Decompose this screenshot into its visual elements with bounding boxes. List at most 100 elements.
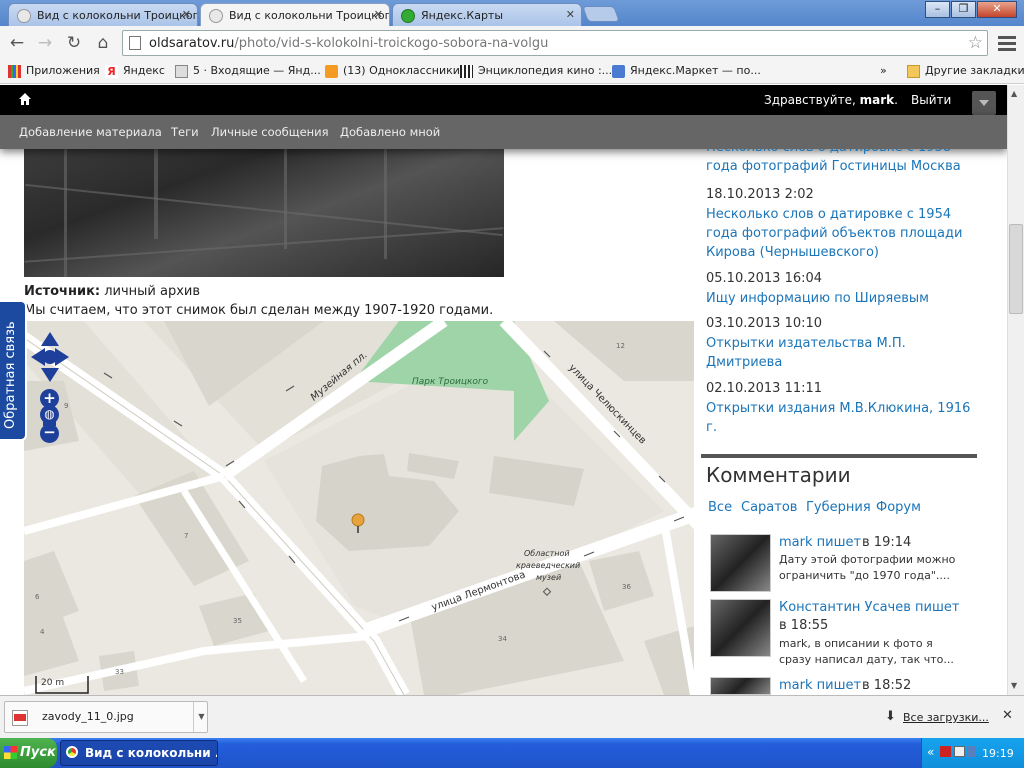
start-button[interactable]: Пуск [0,738,57,768]
download-menu-arrow-icon[interactable]: ▼ [193,702,209,732]
home-icon[interactable] [18,92,32,106]
news-date: 03.10.2013 10:10 [706,316,823,331]
taskbar-chrome-window[interactable]: Вид с колокольни ... [60,740,218,766]
bookmarks-overflow-button[interactable]: » [880,64,887,77]
windows-flag-icon [4,746,17,759]
bookmark-odnoklassniki[interactable]: (13) Одноклассники [325,64,460,78]
map-pin [351,513,365,527]
other-bookmarks[interactable]: Другие закладки [907,64,1024,78]
globe-icon[interactable]: ◍ [40,405,59,424]
close-tab-icon[interactable]: ✕ [374,8,383,21]
logout-link[interactable]: Выйти [911,93,951,107]
bookmark-mail[interactable]: 5 · Входящие — Янд... [175,64,321,78]
nav-private-messages[interactable]: Личные сообщения [211,125,329,139]
house-number: 36 [622,583,631,591]
apps-grid-icon [8,65,21,78]
tab-title: Яндекс.Карты [421,9,504,22]
restore-button[interactable]: ❐ [951,1,976,18]
user-menu-dropdown-button[interactable] [972,91,996,115]
news-date: 05.10.2013 16:04 [706,271,823,286]
page-favicon-icon [209,9,223,23]
bookmark-market[interactable]: Яндекс.Маркет — по... [612,64,761,78]
download-item[interactable]: zavody_11_0.jpg ▼ [4,701,208,733]
map-canvas [24,321,694,695]
odnoklassniki-icon [325,65,338,78]
scroll-up-arrow-icon[interactable]: ▲ [1011,89,1017,98]
bookmark-star-icon[interactable]: ☆ [968,33,983,53]
volume-icon[interactable] [967,746,976,757]
comment-time: в 18:55 [779,618,829,633]
bookmark-yandex[interactable]: Я Яндекс [105,64,165,78]
comment-thumbnail[interactable] [710,677,771,695]
comment-author[interactable]: Константин Усачев пишет [779,600,959,615]
jpg-file-icon [12,710,28,726]
news-link[interactable]: Ищу информацию по Ширяевым [706,289,971,308]
tab-3[interactable]: Яндекс.Карты ✕ [392,3,582,26]
tab-title: Вид с колокольни Троицког [37,9,198,22]
download-filename: zavody_11_0.jpg [42,710,134,723]
url-text: oldsaratov.ru/photo/vid-s-kolokolni-troi… [149,36,549,51]
page-icon [129,36,141,50]
comment-thumbnail[interactable] [710,599,771,657]
comments-tab-forum[interactable]: Форум [876,500,921,515]
address-bar[interactable]: oldsaratov.ru/photo/vid-s-kolokolni-troi… [122,30,988,56]
news-date: 18.10.2013 2:02 [706,187,814,202]
reload-icon[interactable]: ↻ [62,31,86,55]
close-tab-icon[interactable]: ✕ [566,8,575,21]
comment-author[interactable]: mark пишет [779,535,861,550]
news-link[interactable]: Несколько слов о датировке с 1954 года фо… [706,205,971,262]
tab-title: Вид с колокольни Троицког [229,9,390,22]
all-downloads-link[interactable]: Все загрузки... [903,711,989,724]
close-shelf-icon[interactable]: ✕ [1002,708,1013,723]
zoom-out-button[interactable]: − [40,424,59,443]
nav-add-material[interactable]: Добавление материала [19,125,162,139]
bookmark-film[interactable]: Энциклопедия кино :... [460,64,612,78]
comments-tab-all[interactable]: Все [708,500,732,515]
comment-thumbnail[interactable] [710,534,771,592]
bookmarks-bar: Приложения Я Яндекс 5 · Входящие — Янд..… [0,60,1024,84]
page-scrollbar[interactable]: ▲ ▼ [1007,85,1024,695]
map-pan-control[interactable] [31,332,69,382]
network-icon[interactable] [954,746,965,757]
film-icon [460,65,473,78]
house-number: 35 [233,617,242,625]
map-view[interactable]: Парк Троицкого Музейная пл. улица Челюск… [24,321,694,695]
date-estimate: Мы считаем, что этот снимок был сделан м… [24,303,494,318]
archive-photo [24,149,504,277]
minimize-button[interactable]: – [925,1,950,18]
house-number: 34 [498,635,507,643]
new-tab-button[interactable] [582,6,620,22]
nav-added-by-me[interactable]: Добавлено мной [340,125,440,139]
comment-time: в 18:52 [862,678,912,693]
news-link[interactable]: Открытки издательства М.П. Дмитриева [706,334,971,372]
back-arrow-icon[interactable]: ← [5,31,29,55]
home-icon[interactable]: ⌂ [91,31,115,55]
bookmark-apps[interactable]: Приложения [8,64,100,78]
nav-tags[interactable]: Теги [171,125,199,139]
scroll-down-arrow-icon[interactable]: ▼ [1011,681,1017,690]
close-window-button[interactable]: ✕ [977,1,1017,18]
news-link[interactable]: Открытки издания М.В.Клюкина, 1916 г. [706,399,971,437]
news-date: 02.10.2013 11:11 [706,381,823,396]
comments-tab-guberniya[interactable]: Губерния [806,500,871,515]
comment-author[interactable]: mark пишет [779,678,861,693]
chrome-menu-icon[interactable] [996,33,1018,55]
map-scale-label: 20 m [41,678,65,688]
username[interactable]: mark [860,93,895,107]
tab-2-active[interactable]: Вид с колокольни Троицког ✕ [200,3,390,26]
comment-text: mark, в описании к фото я сразу написал д… [779,637,954,666]
museum-label-2: краеведческий [516,561,581,570]
scrollbar-thumb[interactable] [1009,224,1023,314]
close-tab-icon[interactable]: ✕ [182,8,191,21]
browser-tab-strip: Вид с колокольни Троицког ✕ Вид с колоко… [0,0,1024,26]
house-number: 7 [184,532,189,540]
site-subnav: Добавление материала Теги Личные сообщен… [0,115,1007,149]
comments-tab-saratov[interactable]: Саратов [741,500,797,515]
tab-1[interactable]: Вид с колокольни Троицког ✕ [8,3,198,26]
forward-arrow-icon[interactable]: → [33,31,57,55]
antivirus-icon[interactable] [940,746,951,757]
folder-icon [907,65,920,78]
greeting: Здравствуйте, mark. [764,93,898,107]
feedback-tab[interactable]: Обратная связь [0,300,27,441]
tray-expand-icon[interactable]: « [927,745,934,759]
